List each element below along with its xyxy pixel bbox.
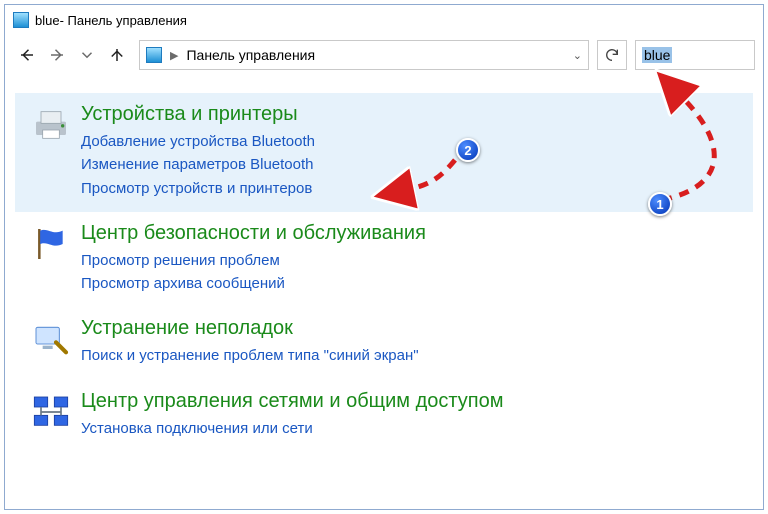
result-link[interactable]: Добавление устройства Bluetooth <box>81 130 747 153</box>
results-list: Устройства и принтеры Добавление устройс… <box>5 75 763 462</box>
result-link[interactable]: Поиск и устранение проблем типа "синий э… <box>81 344 747 367</box>
up-button[interactable] <box>103 41 131 69</box>
result-link[interactable]: Просмотр устройств и принтеров <box>81 177 747 200</box>
result-heading[interactable]: Центр управления сетями и общим доступом <box>81 390 747 413</box>
result-link[interactable]: Установка подключения или сети <box>81 417 747 440</box>
security-flag-icon <box>21 222 81 296</box>
annotation-badge-2: 2 <box>456 138 480 162</box>
chevron-right-icon: ▶ <box>170 49 178 62</box>
arrow-right-icon <box>48 46 66 64</box>
chevron-down-icon <box>78 46 96 64</box>
back-button[interactable] <box>13 41 41 69</box>
result-item[interactable]: Центр управления сетями и общим доступом… <box>15 380 753 452</box>
annotation-badge-1: 1 <box>648 192 672 216</box>
result-item[interactable]: Устранение неполадок Поиск и устранение … <box>15 307 753 379</box>
address-dropdown-icon[interactable]: ⌄ <box>573 49 582 62</box>
result-link[interactable]: Изменение параметров Bluetooth <box>81 153 747 176</box>
refresh-button[interactable] <box>597 40 627 70</box>
result-heading[interactable]: Устройства и принтеры <box>81 103 747 126</box>
title-prefix: blue <box>35 13 60 28</box>
address-bar[interactable]: ▶ Панель управления ⌄ <box>139 40 589 70</box>
refresh-icon <box>604 47 620 63</box>
result-link[interactable]: Просмотр архива сообщений <box>81 272 747 295</box>
result-link[interactable]: Просмотр решения проблем <box>81 249 747 272</box>
result-item[interactable]: Устройства и принтеры Добавление устройс… <box>15 93 753 212</box>
devices-printers-icon <box>21 103 81 200</box>
window: blue - Панель управления ▶ Панель управл… <box>4 4 764 510</box>
result-heading[interactable]: Центр безопасности и обслуживания <box>81 222 747 245</box>
arrow-up-icon <box>108 46 126 64</box>
titlebar: blue - Панель управления <box>5 5 763 35</box>
nav-bar: ▶ Панель управления ⌄ blue <box>5 35 763 75</box>
result-item[interactable]: Центр безопасности и обслуживания Просмо… <box>15 212 753 308</box>
recent-dropdown[interactable] <box>73 41 101 69</box>
network-sharing-icon <box>21 390 81 440</box>
result-heading[interactable]: Устранение неполадок <box>81 317 747 340</box>
breadcrumb[interactable]: Панель управления <box>186 47 315 63</box>
troubleshoot-icon <box>21 317 81 367</box>
search-input[interactable]: blue <box>635 40 755 70</box>
title-suffix: - Панель управления <box>60 13 187 28</box>
control-panel-icon <box>13 12 29 28</box>
location-icon <box>146 47 162 63</box>
arrow-left-icon <box>18 46 36 64</box>
forward-button[interactable] <box>43 41 71 69</box>
search-query-text: blue <box>642 47 672 63</box>
